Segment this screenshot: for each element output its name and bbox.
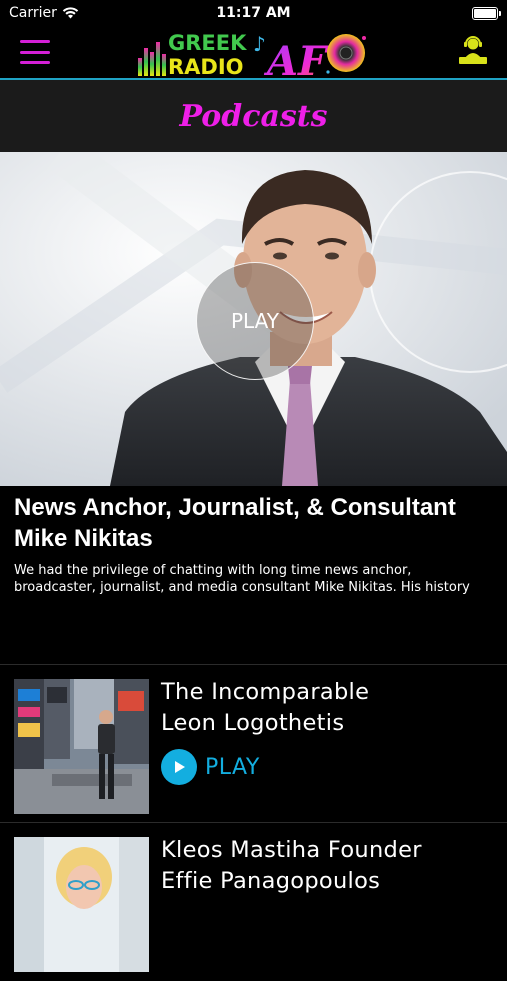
episode-title-line1: Kleos Mastiha Founder — [161, 837, 422, 863]
menu-icon[interactable] — [20, 40, 50, 64]
page-title: Podcasts — [179, 98, 328, 134]
svg-text:AF: AF — [263, 38, 329, 78]
status-time: 11:17 AM — [216, 5, 291, 21]
page-title-bar: Podcasts — [0, 80, 507, 152]
episode-play-button[interactable]: PLAY — [161, 749, 260, 785]
episode-title[interactable]: The Incomparable Leon Logothetis — [161, 677, 491, 739]
svg-text:RADIO: RADIO — [168, 55, 244, 78]
list-item[interactable]: Kleos Mastiha Founder Effie Panagopoulos — [0, 823, 507, 981]
list-item[interactable]: The Incomparable Leon Logothetis PLAY — [0, 665, 507, 823]
greek-radio-af-logo: GREEK RADIO ♪ AF — [138, 31, 366, 78]
app-header: GREEK RADIO ♪ AF — [0, 26, 507, 80]
dj-icon[interactable] — [457, 36, 489, 66]
featured-title[interactable]: News Anchor, Journalist, & Consultant Mi… — [14, 492, 494, 554]
episode-play-label: PLAY — [205, 754, 260, 780]
featured-description: We had the privilege of chatting with lo… — [14, 563, 470, 598]
battery-icon — [472, 7, 501, 20]
featured-play-button[interactable]: PLAY — [196, 262, 314, 380]
episode-title[interactable]: Kleos Mastiha Founder Effie Panagopoulos — [161, 835, 491, 897]
status-bar: Carrier 11:17 AM — [0, 0, 507, 26]
episode-title-line1: The Incomparable — [161, 679, 370, 705]
episode-thumbnail — [14, 679, 149, 814]
featured-play-label: PLAY — [230, 309, 279, 333]
episode-title-line2: Leon Logothetis — [161, 710, 345, 736]
svg-text:GREEK: GREEK — [168, 31, 247, 55]
episode-title-line2: Effie Panagopoulos — [161, 868, 381, 894]
svg-text:♪: ♪ — [253, 32, 266, 56]
episode-thumbnail — [14, 837, 149, 972]
play-icon — [161, 749, 197, 785]
featured-podcast-image[interactable]: PLAY — [0, 152, 507, 486]
